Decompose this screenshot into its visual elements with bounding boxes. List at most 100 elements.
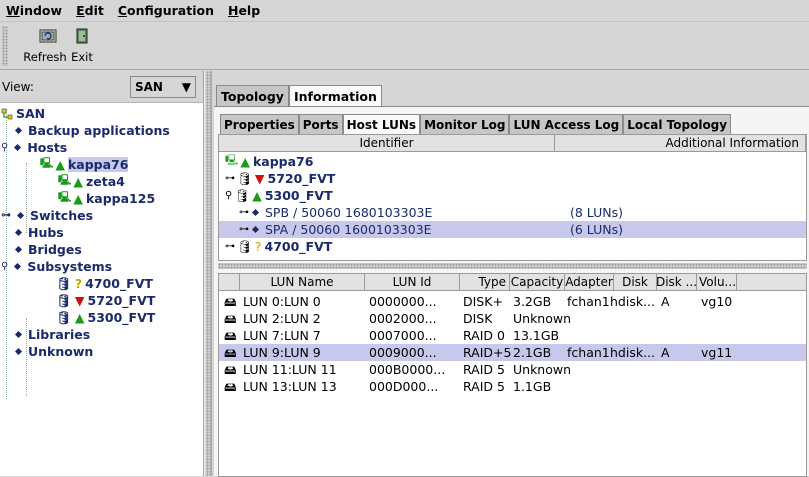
column-header-lun-name[interactable]: LUN Name: [240, 274, 365, 291]
tree-item-subsystems[interactable]: ⚲ Subsystems: [1, 258, 112, 275]
collapse-toggle-icon[interactable]: ⊶: [239, 207, 249, 218]
tree-item-subsystem-5720-fvt[interactable]: 🛢 ▼ 5720_FVT: [56, 292, 155, 309]
lun-table: LUN Name LUN Id Type Capacity Adapter Di…: [218, 273, 807, 477]
tree-item-libraries[interactable]: Libraries: [14, 326, 90, 343]
view-label: View:: [2, 79, 34, 94]
menu-edit[interactable]: Edit: [74, 3, 106, 18]
tree-bullet-icon: [14, 262, 22, 271]
tree-row-subsystem[interactable]: ⊶ 🛢 ? 4700_FVT: [219, 238, 806, 255]
splitter-grip: [206, 71, 211, 476]
disk-stack-icon: 🛢: [237, 238, 253, 254]
table-row[interactable]: 🖴 LUN 9:LUN 9 0009000... RAID+5 2.1GB fc…: [219, 344, 806, 361]
tree-bullet-icon: [14, 347, 23, 356]
column-header-icon[interactable]: [219, 274, 240, 291]
lun-disk-icon: 🖴: [224, 379, 237, 394]
disk-stack-icon: 🛢: [234, 187, 251, 203]
table-row[interactable]: 🖴 LUN 11:LUN 11 000B0000... RAID 5 Unkno…: [219, 361, 806, 378]
column-header-lun-id[interactable]: LUN Id: [365, 274, 460, 291]
tree-bullet-icon: [14, 126, 23, 135]
tab-lun-access-log[interactable]: LUN Access Log: [509, 114, 624, 134]
right-panel: Topology Information Properties Ports Ho…: [212, 71, 809, 477]
tree-item-host-kappa125[interactable]: 🖳 ▲ kappa125: [58, 190, 155, 207]
tree-row-port-spa[interactable]: ⊶ SPA / 50060 1600103303E (6 LUNs): [219, 221, 806, 238]
chevron-down-icon: ▼: [181, 79, 191, 94]
tree-item-bridges[interactable]: Bridges: [14, 241, 82, 258]
column-header-type[interactable]: Type: [460, 274, 510, 291]
column-header-additional-info[interactable]: Additional Information: [555, 135, 806, 152]
tree-item-subsystem-5300-fvt[interactable]: 🛢 ▲ 5300_FVT: [56, 309, 155, 326]
column-header-identifier[interactable]: Identifier: [219, 135, 555, 152]
tree-item-host-zeta4[interactable]: 🖳 ▲ zeta4: [58, 173, 125, 190]
tree-row-subsystem[interactable]: ⚲ 🛢 ▲ 5300_FVT: [219, 187, 806, 204]
tab-information[interactable]: Information: [288, 85, 382, 107]
status-up-icon: ▲: [252, 188, 262, 203]
status-down-icon: ▼: [74, 293, 85, 308]
disk-stack-icon: 🛢: [56, 309, 72, 325]
table-row[interactable]: 🖴 LUN 2:LUN 2 0002000... DISK Unknown: [219, 310, 806, 327]
tree-bullet-icon: [251, 225, 260, 234]
menu-window[interactable]: Window: [4, 3, 64, 18]
refresh-icon: [39, 29, 57, 43]
tree-item-backup-applications[interactable]: Backup applications: [14, 122, 170, 139]
tab-monitor-log[interactable]: Monitor Log: [420, 114, 510, 134]
tree-bullet-icon: [14, 245, 23, 254]
tree-item-switches[interactable]: ⊶ Switches: [1, 207, 93, 224]
tree-item-hubs[interactable]: Hubs: [14, 224, 64, 241]
view-select[interactable]: SAN ▼: [130, 75, 196, 98]
vertical-splitter[interactable]: [204, 71, 212, 476]
status-up-icon: ▲: [240, 154, 250, 169]
disk-stack-icon: 🛢: [56, 275, 72, 291]
horizontal-splitter[interactable]: [218, 263, 807, 269]
status-down-icon: ▼: [254, 171, 265, 186]
exit-button[interactable]: Exit: [62, 26, 102, 66]
expand-toggle-icon[interactable]: ⚲: [1, 261, 8, 272]
column-header-disk[interactable]: Disk: [614, 274, 657, 291]
collapse-toggle-icon[interactable]: ⊶: [1, 210, 11, 221]
san-network-icon: [1, 108, 13, 119]
view-row: View: SAN ▼: [0, 71, 203, 103]
menu-help[interactable]: Help: [226, 3, 262, 18]
status-up-icon: ▲: [74, 310, 85, 325]
status-unknown-icon: ?: [254, 239, 262, 254]
status-up-icon: ▲: [73, 174, 83, 189]
status-unknown-icon: ?: [74, 276, 83, 291]
tree-row-host[interactable]: 🖳 ▲ kappa76: [219, 153, 806, 170]
column-header-capacity[interactable]: Capacity: [510, 274, 565, 291]
table-row[interactable]: 🖴 LUN 13:LUN 13 000D000... RAID 5 1.1GB: [219, 378, 806, 395]
collapse-toggle-icon[interactable]: ⊶: [225, 173, 235, 184]
toolbar-grip[interactable]: [2, 26, 8, 66]
tab-topology[interactable]: Topology: [216, 85, 289, 107]
tree-bullet-icon: [251, 208, 260, 217]
tree-item-unknown[interactable]: Unknown: [14, 343, 93, 360]
tab-ports[interactable]: Ports: [298, 114, 343, 134]
column-header-adapter[interactable]: Adapter: [565, 274, 614, 291]
tab-properties[interactable]: Properties: [220, 114, 299, 134]
tree-root-san[interactable]: SAN: [1, 105, 45, 122]
tree-item-subsystem-4700-fvt[interactable]: 🛢 ? 4700_FVT: [56, 275, 153, 292]
expand-toggle-icon[interactable]: ⚲: [1, 142, 8, 153]
sub-tabs: Properties Ports Host LUNs Monitor Log L…: [220, 114, 732, 134]
toolbar: Refresh Exit: [0, 22, 809, 70]
table-row[interactable]: 🖴 LUN 7:LUN 7 0007000... RAID 0 13.1GB: [219, 327, 806, 344]
left-panel: View: SAN ▼ SAN Backup applications ⚲ Ho…: [0, 71, 204, 476]
menu-configuration[interactable]: Configuration: [116, 3, 216, 18]
tab-host-luns[interactable]: Host LUNs: [342, 114, 421, 134]
status-up-icon: ▲: [73, 191, 83, 206]
column-header-volume[interactable]: Volu...: [697, 274, 737, 291]
host-computer-icon: 🖳: [58, 192, 72, 203]
tab-local-topology[interactable]: Local Topology: [623, 114, 732, 134]
collapse-toggle-icon[interactable]: ⊶: [225, 241, 235, 252]
information-panel: Properties Ports Host LUNs Monitor Log L…: [214, 106, 809, 477]
collapse-toggle-icon[interactable]: ⊶: [239, 224, 249, 235]
table-row[interactable]: 🖴 LUN 0:LUN 0 0000000... DISK+ 3.2GB fch…: [219, 293, 806, 310]
expand-toggle-icon[interactable]: ⚲: [225, 190, 232, 201]
tree-row-subsystem[interactable]: ⊶ 🛢 ▼ 5720_FVT: [219, 170, 806, 187]
tree-bullet-icon: [14, 228, 23, 237]
tree-item-host-kappa76[interactable]: 🖳 ▲ kappa76: [40, 156, 129, 173]
main-tabs: Topology Information: [216, 85, 382, 107]
status-up-icon: ▲: [55, 157, 65, 172]
column-header-disk-2[interactable]: Disk ...: [657, 274, 697, 291]
column-header-filler: [737, 274, 806, 291]
tree-item-hosts[interactable]: ⚲ Hosts: [1, 139, 67, 156]
tree-row-port-spb[interactable]: ⊶ SPB / 50060 1680103303E (8 LUNs): [219, 204, 806, 221]
